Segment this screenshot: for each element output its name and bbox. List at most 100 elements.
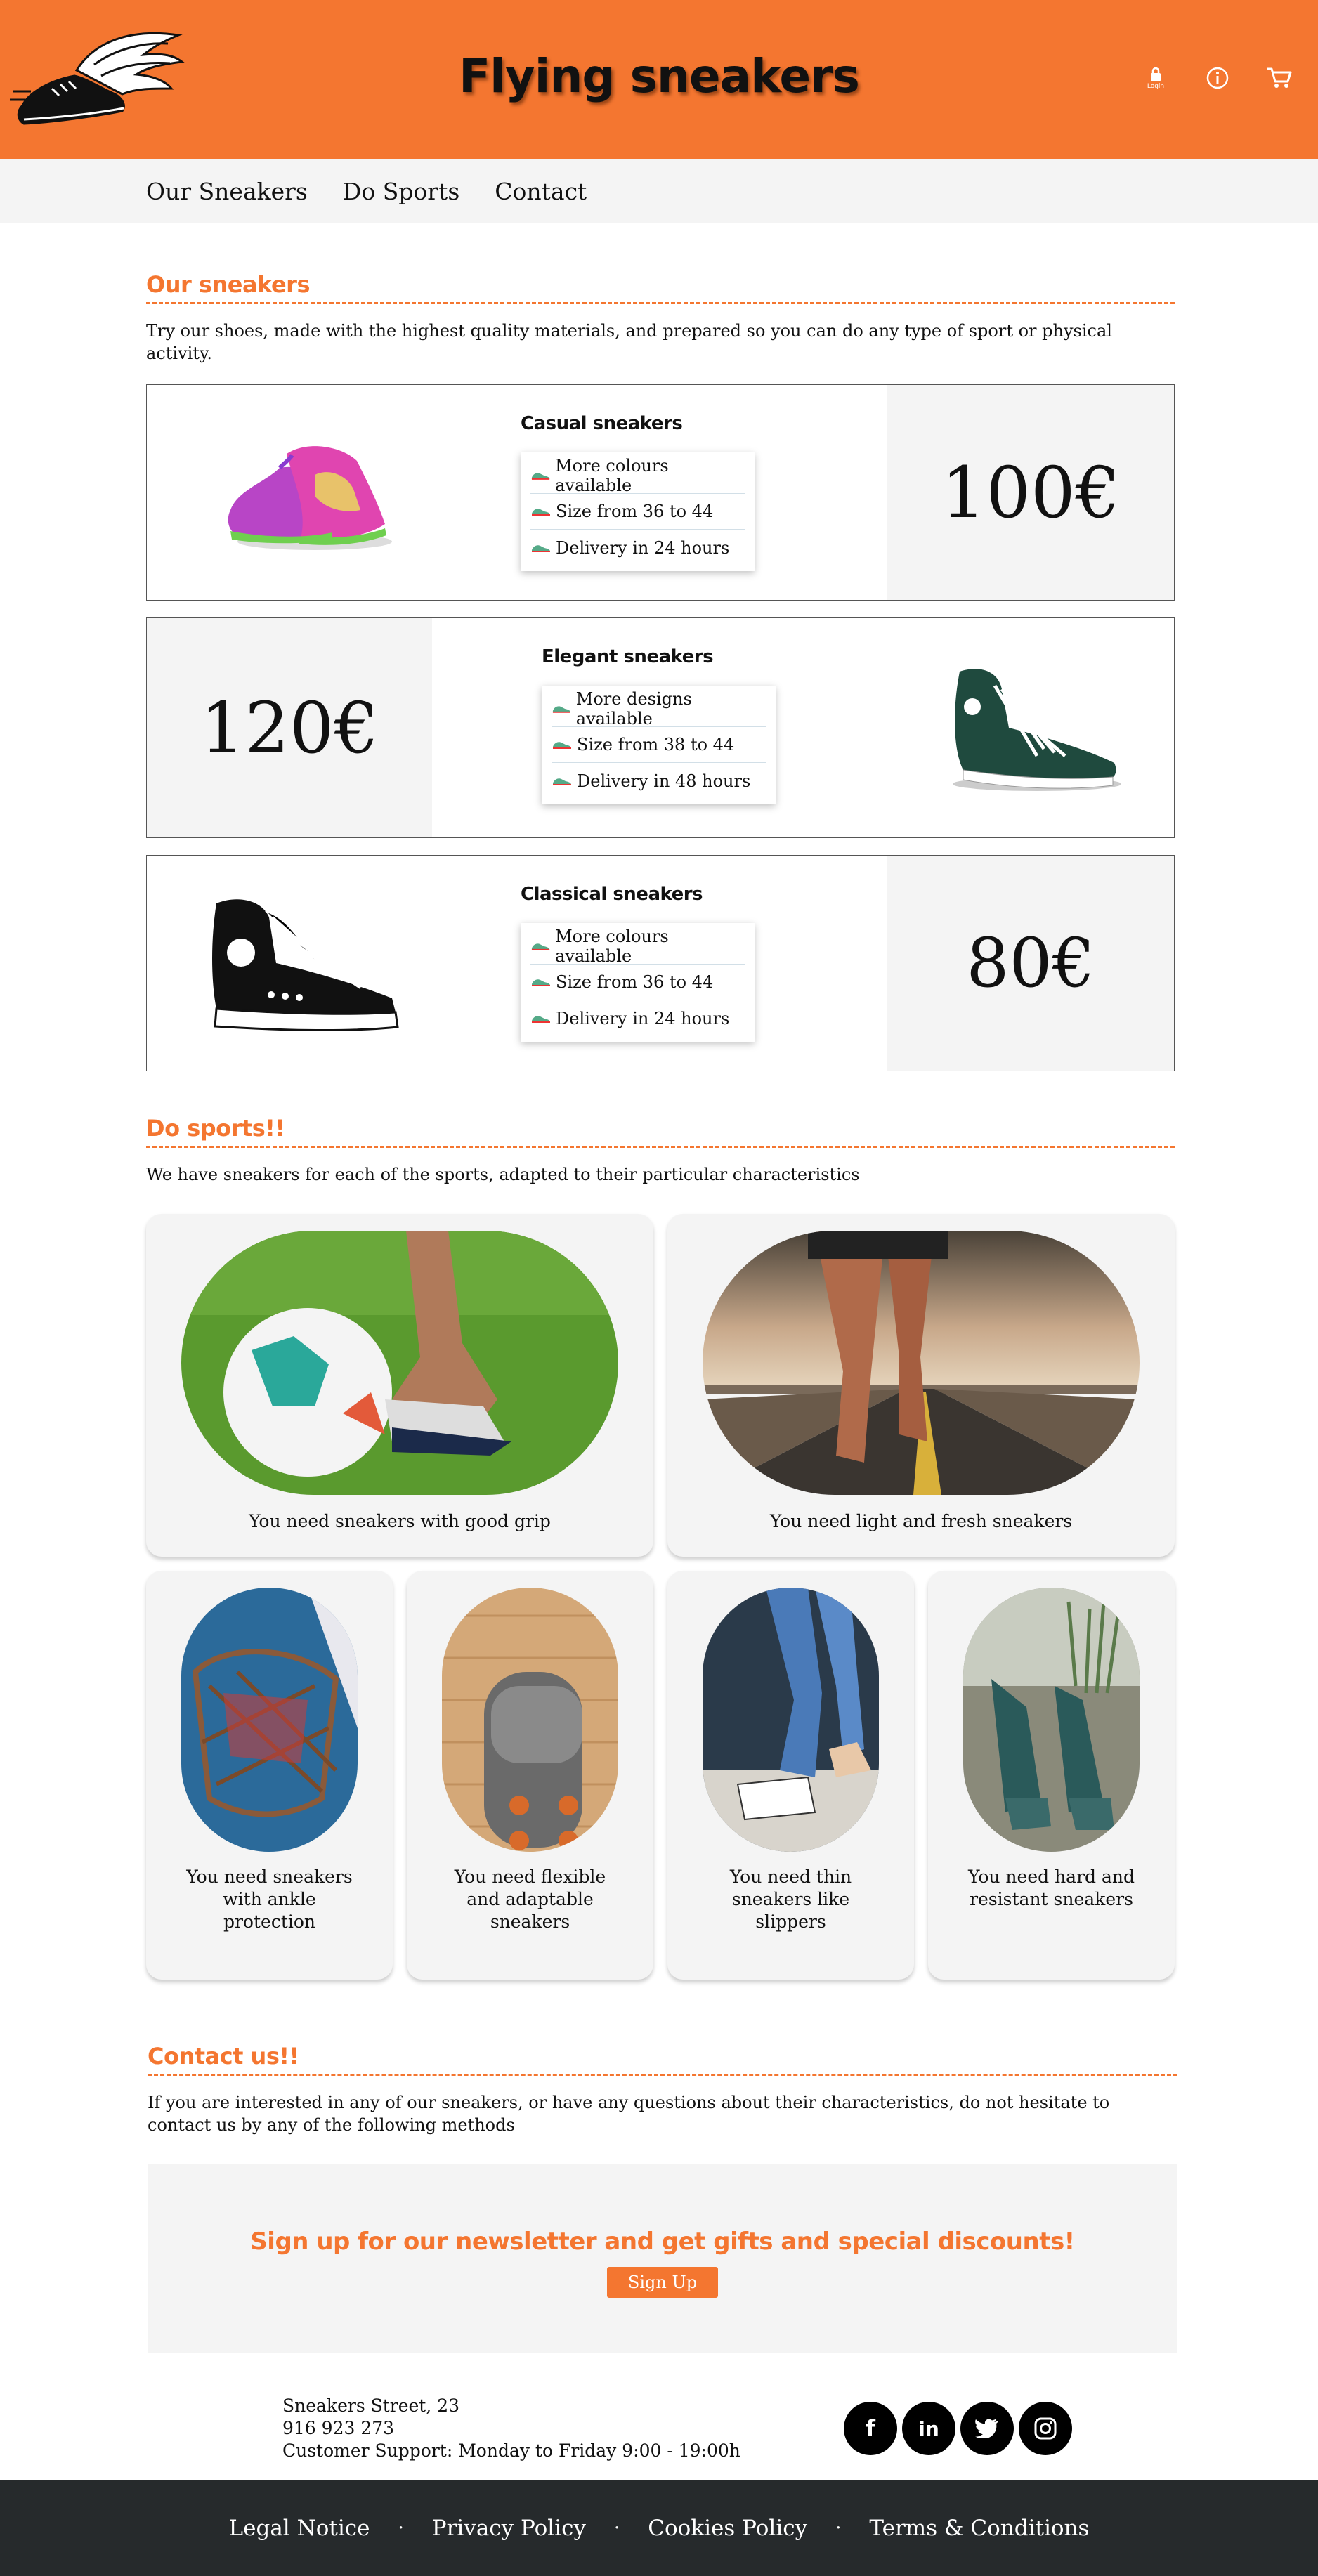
- feature-list: More colours available Size from 36 to 4…: [521, 923, 755, 1042]
- sport-caption: You need hard and resistant sneakers: [968, 1866, 1135, 1909]
- feature-item: More designs available: [552, 689, 766, 728]
- feature-item: Size from 36 to 44: [530, 965, 745, 1000]
- signup-button[interactable]: Sign Up: [606, 2267, 719, 2298]
- sport-card-football[interactable]: You need sneakers with good grip: [146, 1214, 653, 1557]
- feature-list: More colours available Size from 36 to 4…: [521, 452, 755, 571]
- elegant-sneaker-image: [893, 618, 1174, 837]
- footer-legal-notice[interactable]: Legal Notice: [229, 2516, 370, 2541]
- instagram-icon[interactable]: [1019, 2402, 1072, 2455]
- product-price: 100€: [887, 385, 1174, 600]
- product-name: Casual sneakers: [521, 413, 683, 434]
- sports-description: We have sneakers for each of the sports,…: [146, 1165, 860, 1184]
- feature-item: More colours available: [530, 927, 745, 966]
- lock-icon: [1151, 67, 1161, 81]
- info-icon: [1206, 67, 1229, 89]
- sport-caption: You need thin sneakers like slippers: [729, 1866, 852, 1932]
- sports-row: You need sneakers with good grip You nee…: [146, 1214, 1175, 1557]
- nav-do-sports[interactable]: Do Sports: [343, 178, 459, 205]
- contact-info: Sneakers Street, 23 916 923 273 Customer…: [148, 2395, 1177, 2462]
- casual-sneaker-image: [147, 385, 462, 600]
- newsletter-title: Sign up for our newsletter and get gifts…: [250, 2228, 1075, 2256]
- address-street: Sneakers Street, 23: [282, 2395, 460, 2416]
- cart-icon: [1267, 67, 1292, 88]
- sneaker-icon: [532, 509, 550, 516]
- contact-title: Contact us!!: [148, 2043, 1177, 2076]
- sports-title: Do sports!!: [146, 1115, 1175, 1148]
- site-footer: Legal Notice · Privacy Policy · Cookies …: [0, 2480, 1318, 2576]
- facebook-icon[interactable]: f: [844, 2402, 897, 2455]
- sport-caption: You need sneakers with good grip: [249, 1511, 551, 1531]
- linkedin-icon[interactable]: in: [902, 2402, 955, 2455]
- sneaker-icon: [553, 778, 571, 785]
- sports-row: You need sneakers with ankle protection …: [146, 1571, 1175, 1980]
- product-info: Casual sneakers More colours available S…: [462, 385, 887, 600]
- sport-card-hiking[interactable]: You need hard and resistant sneakers: [928, 1571, 1175, 1980]
- sneakers-description: Try our shoes, made with the highest qua…: [146, 321, 1112, 363]
- info-button[interactable]: [1200, 60, 1235, 96]
- product-card-casual[interactable]: Casual sneakers More colours available S…: [146, 384, 1175, 601]
- sneakers-section: Our sneakers Try our shoes, made with th…: [146, 271, 1175, 1071]
- product-price: 120€: [147, 618, 432, 837]
- sports-section: Do sports!! We have sneakers for each of…: [146, 1115, 1175, 1980]
- site-title: Flying sneakers: [459, 49, 860, 103]
- sneakers-title: Our sneakers: [146, 271, 1175, 304]
- feature-item: Delivery in 24 hours: [530, 530, 745, 565]
- sport-card-running[interactable]: You need light and fresh sneakers: [667, 1214, 1175, 1557]
- product-name: Elegant sneakers: [542, 646, 714, 667]
- address-phone: 916 923 273: [282, 2418, 395, 2438]
- product-card-classical[interactable]: Classical sneakers More colours availabl…: [146, 855, 1175, 1071]
- feature-item: Size from 36 to 44: [530, 494, 745, 530]
- footer-privacy-policy[interactable]: Privacy Policy: [432, 2516, 586, 2541]
- sport-card-skateboard[interactable]: You need flexible and adaptable sneakers: [407, 1571, 653, 1980]
- feature-item: Delivery in 48 hours: [552, 763, 766, 799]
- twitter-icon[interactable]: [960, 2402, 1014, 2455]
- footer-terms-conditions[interactable]: Terms & Conditions: [869, 2516, 1089, 2541]
- dance-photo: [703, 1588, 879, 1852]
- login-button[interactable]: Login: [1138, 60, 1173, 96]
- site-header: Flying sneakers Login: [0, 0, 1318, 159]
- sneaker-icon: [532, 544, 550, 552]
- cart-button[interactable]: [1262, 60, 1297, 96]
- sneaker-icon: [552, 706, 570, 713]
- product-price: 80€: [887, 856, 1174, 1071]
- sneaker-icon: [531, 943, 550, 950]
- main-nav: Our Sneakers Do Sports Contact: [0, 159, 1318, 223]
- footer-separator: ·: [398, 2517, 404, 2539]
- hiking-photo: [963, 1588, 1140, 1852]
- sport-card-basketball[interactable]: You need sneakers with ankle protection: [146, 1571, 393, 1980]
- address-support-hours: Customer Support: Monday to Friday 9:00 …: [282, 2440, 740, 2461]
- social-links: f in: [844, 2402, 1072, 2455]
- contact-section: Contact us!! If you are interested in an…: [148, 2043, 1177, 2353]
- sneaker-icon: [553, 742, 571, 749]
- feature-list: More designs available Size from 38 to 4…: [542, 686, 776, 804]
- product-info: Elegant sneakers More designs available …: [432, 618, 893, 837]
- product-name: Classical sneakers: [521, 884, 703, 905]
- nav-contact[interactable]: Contact: [495, 178, 587, 205]
- feature-item: More colours available: [530, 456, 745, 495]
- address-block: Sneakers Street, 23 916 923 273 Customer…: [282, 2395, 740, 2462]
- contact-description: If you are interested in any of our snea…: [148, 2093, 1110, 2135]
- nav-our-sneakers[interactable]: Our Sneakers: [146, 178, 308, 205]
- footer-separator: ·: [835, 2517, 842, 2539]
- product-info: Classical sneakers More colours availabl…: [462, 856, 887, 1071]
- sport-card-dance[interactable]: You need thin sneakers like slippers: [667, 1571, 914, 1980]
- running-photo: [703, 1231, 1140, 1495]
- sport-caption: You need sneakers with ankle protection: [186, 1866, 353, 1932]
- basketball-photo: [181, 1588, 358, 1852]
- sport-caption: You need light and fresh sneakers: [769, 1511, 1073, 1531]
- feature-item: Delivery in 24 hours: [530, 1000, 745, 1036]
- sneaker-icon: [532, 1015, 550, 1023]
- sport-caption: You need flexible and adaptable sneakers: [454, 1866, 606, 1932]
- classical-sneaker-image: [147, 856, 462, 1071]
- sneaker-icon: [532, 979, 550, 986]
- footer-cookies-policy[interactable]: Cookies Policy: [648, 2516, 807, 2541]
- login-label: Login: [1147, 82, 1165, 90]
- footer-separator: ·: [614, 2517, 620, 2539]
- header-actions: Login: [1138, 60, 1297, 96]
- skateboard-photo: [442, 1588, 618, 1852]
- product-card-elegant[interactable]: 120€ Elegant sneakers More designs avail…: [146, 617, 1175, 838]
- feature-item: Size from 38 to 44: [552, 727, 766, 763]
- sneaker-icon: [531, 473, 550, 480]
- newsletter-box: Sign up for our newsletter and get gifts…: [148, 2164, 1177, 2353]
- football-photo: [181, 1231, 618, 1495]
